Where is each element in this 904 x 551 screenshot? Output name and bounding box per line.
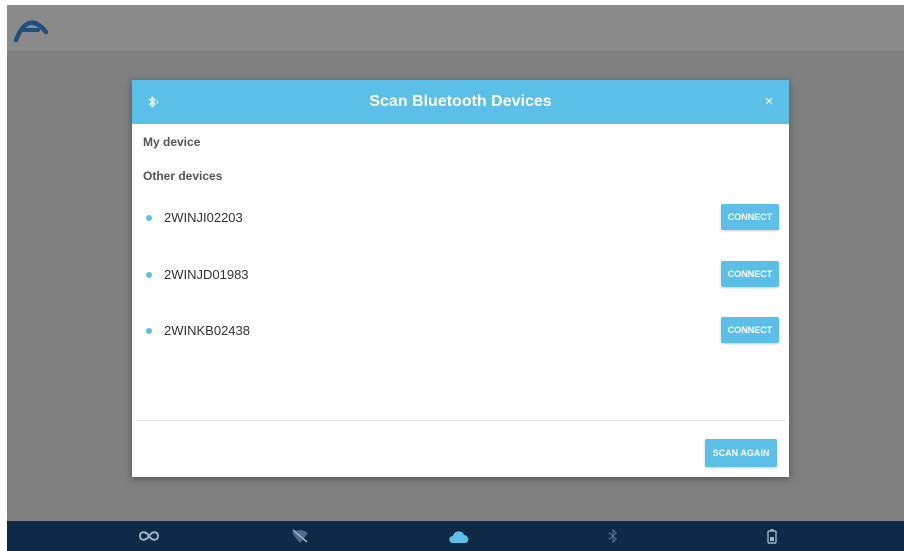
connect-button[interactable]: CONNECT bbox=[721, 317, 779, 343]
connect-button[interactable]: CONNECT bbox=[721, 204, 779, 230]
infinity-icon bbox=[138, 531, 160, 541]
device-dot-icon bbox=[146, 272, 152, 278]
other-devices-label: Other devices bbox=[143, 169, 223, 183]
device-dot-icon bbox=[146, 215, 152, 221]
my-device-label: My device bbox=[143, 135, 201, 149]
dialog-title: Scan Bluetooth Devices bbox=[369, 93, 552, 110]
dialog-divider bbox=[136, 420, 785, 421]
device-name: 2WINJI02203 bbox=[164, 210, 243, 225]
nav-item-cloud[interactable] bbox=[434, 521, 484, 551]
bluetooth-icon bbox=[608, 529, 617, 543]
app-screen: Scan Bluetooth Devices × My device Other… bbox=[7, 5, 904, 551]
nav-item-wifi[interactable] bbox=[275, 521, 325, 551]
device-row: 2WINKB02438 CONNECT bbox=[132, 317, 789, 345]
scan-bluetooth-dialog: Scan Bluetooth Devices × My device Other… bbox=[132, 80, 789, 477]
device-row: 2WINJD01983 CONNECT bbox=[132, 261, 789, 289]
nav-item-infinity[interactable] bbox=[124, 521, 174, 551]
device-dot-icon bbox=[146, 328, 152, 334]
bottom-nav bbox=[7, 521, 904, 551]
dialog-header: Scan Bluetooth Devices × bbox=[132, 80, 789, 124]
app-logo-icon bbox=[13, 20, 49, 43]
app-header bbox=[7, 5, 904, 52]
close-icon[interactable]: × bbox=[759, 92, 779, 112]
device-name: 2WINJD01983 bbox=[164, 267, 249, 282]
nav-item-battery[interactable] bbox=[747, 521, 797, 551]
device-name: 2WINKB02438 bbox=[164, 323, 250, 338]
scan-again-button[interactable]: SCAN AGAIN bbox=[705, 439, 777, 467]
battery-icon bbox=[767, 529, 777, 544]
device-row: 2WINJI02203 CONNECT bbox=[132, 204, 789, 232]
cloud-icon bbox=[449, 531, 469, 543]
connect-button[interactable]: CONNECT bbox=[721, 261, 779, 287]
nav-item-bluetooth[interactable] bbox=[588, 521, 638, 551]
wifi-off-icon bbox=[292, 529, 308, 543]
